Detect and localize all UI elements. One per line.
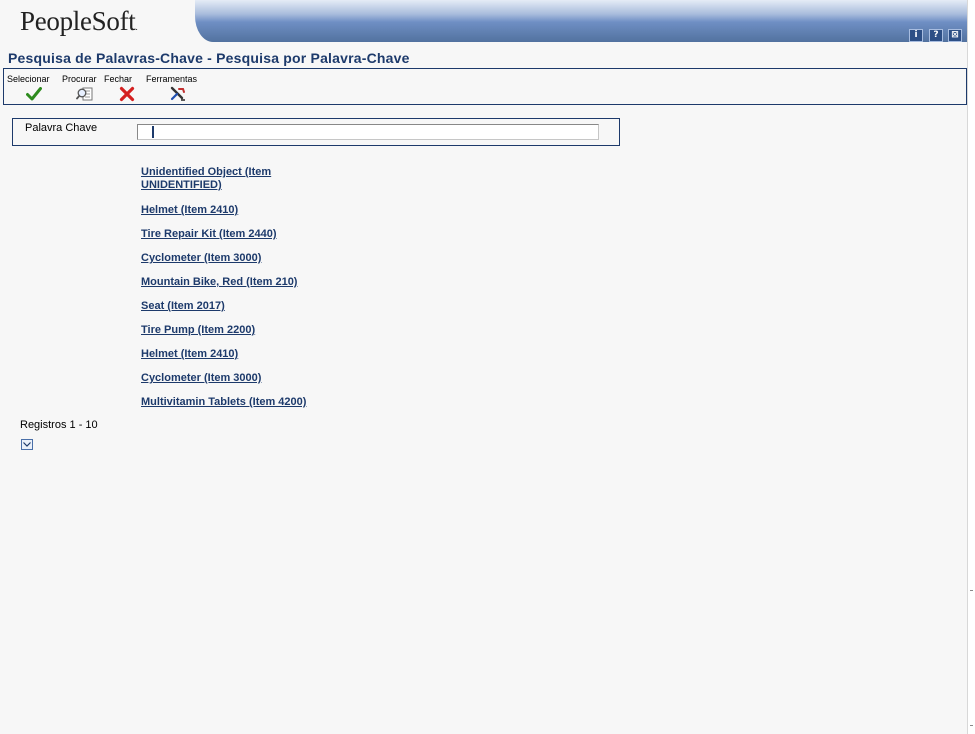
- keyword-label: Palavra Chave: [25, 122, 98, 134]
- toolbar: Selecionar Procurar Fechar Ferramentas: [3, 68, 967, 105]
- chevron-down-icon: [23, 442, 31, 447]
- text-caret: [152, 126, 154, 138]
- edge-mark: [970, 725, 973, 726]
- checkmark-icon[interactable]: [25, 86, 43, 102]
- header-band: [195, 0, 968, 42]
- tools-icon[interactable]: [169, 86, 187, 102]
- result-link[interactable]: Cyclometer (Item 3000): [141, 252, 361, 265]
- find-label[interactable]: Procurar: [62, 74, 97, 84]
- brand-bar: PeopleSoft. i ? ⊠: [0, 0, 968, 46]
- result-link[interactable]: Tire Pump (Item 2200): [141, 324, 361, 337]
- result-link[interactable]: Helmet (Item 2410): [141, 204, 281, 217]
- keyword-input[interactable]: [137, 124, 599, 140]
- select-label[interactable]: Selecionar: [7, 74, 50, 84]
- personalize-icon[interactable]: ⊠: [948, 29, 962, 42]
- window-edge: [967, 0, 975, 734]
- help-icon[interactable]: ?: [929, 29, 943, 42]
- find-icon[interactable]: [76, 86, 94, 102]
- checkmark-svg: [26, 87, 42, 101]
- peoplesoft-logo: PeopleSoft.: [20, 6, 138, 37]
- page: PeopleSoft. i ? ⊠ Pesquisa de Palavras-C…: [0, 0, 968, 734]
- expand-records-button[interactable]: [21, 439, 33, 450]
- find-svg: [76, 87, 93, 101]
- result-link[interactable]: Seat (Item 2017): [141, 300, 361, 313]
- result-link[interactable]: Cyclometer (Item 3000): [141, 372, 361, 385]
- records-count: Registros 1 - 10: [20, 419, 98, 431]
- result-link[interactable]: Mountain Bike, Red (Item 210): [141, 276, 361, 289]
- result-link[interactable]: Helmet (Item 2410): [141, 348, 361, 361]
- close-icon[interactable]: [118, 86, 136, 102]
- tools-label[interactable]: Ferramentas: [146, 74, 197, 84]
- info-icon[interactable]: i: [909, 29, 923, 42]
- close-svg: [119, 86, 135, 102]
- close-label[interactable]: Fechar: [104, 74, 132, 84]
- keyword-panel: Palavra Chave: [12, 118, 620, 146]
- logo-mark: .: [135, 22, 138, 32]
- logo-text: PeopleSoft: [20, 6, 136, 36]
- tools-svg: [170, 86, 185, 101]
- edge-mark: [970, 590, 973, 591]
- page-title: Pesquisa de Palavras-Chave - Pesquisa po…: [8, 50, 410, 66]
- result-link[interactable]: Unidentified Object (Item UNIDENTIFIED): [141, 166, 281, 192]
- result-link[interactable]: Multivitamin Tablets (Item 4200): [141, 396, 361, 409]
- result-link[interactable]: Tire Repair Kit (Item 2440): [141, 228, 361, 241]
